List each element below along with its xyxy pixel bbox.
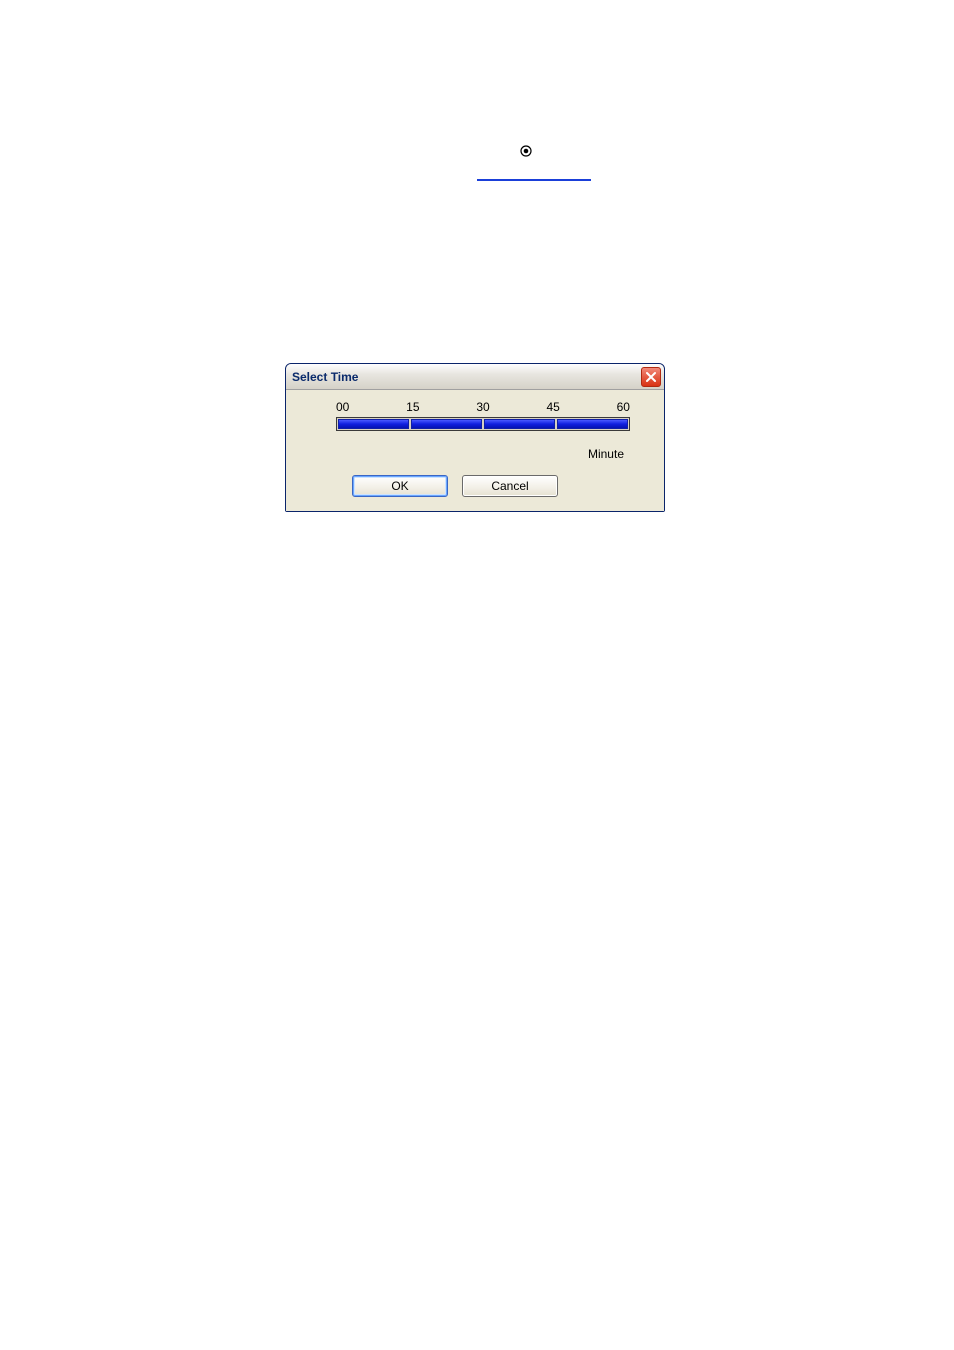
slider-ticks: 00 15 30 45 60 [304, 400, 646, 414]
select-time-dialog: Select Time 00 15 30 45 60 Minute OK Can [285, 363, 665, 512]
close-button[interactable] [641, 367, 661, 387]
dialog-titlebar: Select Time [286, 364, 664, 390]
dialog-title: Select Time [292, 370, 358, 384]
unit-label: Minute [304, 447, 646, 461]
time-slider[interactable] [304, 417, 646, 431]
link-underline [477, 179, 591, 181]
ok-button[interactable]: OK [352, 475, 448, 497]
tick-label: 30 [476, 400, 489, 414]
slider-segment [338, 419, 409, 429]
dialog-body: 00 15 30 45 60 Minute OK Cancel [286, 390, 664, 511]
tick-label: 45 [546, 400, 559, 414]
radio-selected-icon [520, 145, 532, 157]
close-icon [645, 371, 657, 383]
tick-label: 60 [617, 400, 630, 414]
tick-label: 15 [406, 400, 419, 414]
slider-track [336, 417, 630, 431]
slider-segment [411, 419, 482, 429]
slider-segment [557, 419, 628, 429]
cancel-button[interactable]: Cancel [462, 475, 558, 497]
tick-label: 00 [336, 400, 349, 414]
dialog-button-row: OK Cancel [304, 475, 646, 497]
slider-segment [484, 419, 555, 429]
